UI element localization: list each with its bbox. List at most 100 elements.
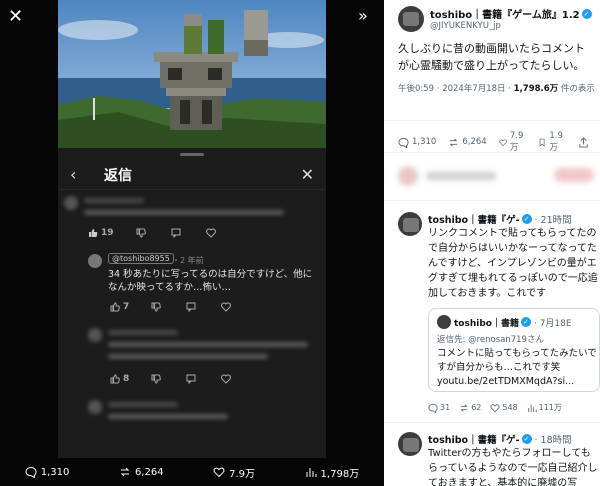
reply-item[interactable]: toshibo｜書籍『ゲ- ✓ · 21時間 リンクコメントで貼ってもらってたの… <box>398 212 600 422</box>
thumb-up-icon[interactable]: 19 <box>88 228 114 238</box>
view-count: 1,798万 <box>320 468 360 480</box>
reply-time[interactable]: · 21時間 <box>535 212 572 226</box>
comment-blurred-3 <box>58 398 326 448</box>
back-icon[interactable]: ‹ <box>70 165 90 184</box>
divider <box>384 152 600 153</box>
reply-composer-blurred[interactable] <box>398 164 594 190</box>
verified-icon: ✓ <box>520 317 531 327</box>
views-suffix: 件の表示 <box>558 84 595 94</box>
verified-icon: ✓ <box>521 434 532 444</box>
like-count: 548 <box>502 403 518 412</box>
reply-button[interactable]: 1,310 <box>25 466 70 478</box>
like-count: 8 <box>123 374 130 384</box>
heart-icon <box>213 467 225 478</box>
repost-count: 62 <box>471 403 482 412</box>
heart-icon[interactable] <box>205 228 219 238</box>
share-button[interactable] <box>578 131 592 153</box>
comment-icon <box>398 137 409 148</box>
comment-handle[interactable]: @toshibo8955 <box>108 253 174 264</box>
like-count: 7.9万 <box>509 131 524 153</box>
quote-date: · 7月18E <box>533 318 572 329</box>
repost-icon <box>120 467 130 477</box>
thumb-up-icon[interactable]: 8 <box>110 374 129 384</box>
heart-icon[interactable] <box>221 374 234 384</box>
reply-icon[interactable] <box>186 374 199 384</box>
like-button[interactable]: 548 <box>490 402 518 413</box>
heart-icon <box>499 138 507 146</box>
repost-count: 6,264 <box>134 466 164 478</box>
verified-icon: ✓ <box>521 214 532 224</box>
reply-close-icon[interactable]: ✕ <box>301 165 314 184</box>
avatar[interactable] <box>398 6 424 32</box>
reply-button[interactable]: 1,310 <box>398 131 436 153</box>
repost-button[interactable]: 6,264 <box>119 466 164 478</box>
sheet-handle[interactable] <box>180 153 204 156</box>
views-icon <box>306 468 317 477</box>
like-count: 7 <box>123 302 130 312</box>
reply-actions: 31 62 548 111万 <box>428 402 571 413</box>
view-count: 111万 <box>538 403 562 412</box>
tweet-views: 1,798.6万 <box>513 84 559 94</box>
tweet-actions: 1,310 6,264 7.9万 1.9万 <box>398 131 600 153</box>
reply-title: 返信 <box>104 167 132 184</box>
screen: ✕ » ‹ 返信 ✕ 19 @toshibo8955 ・2 年前 34 秒あたり… <box>0 0 600 486</box>
author-name[interactable]: toshibo｜書籍『ゲーム旅』1.2 <box>430 6 580 21</box>
repost-count: 6,264 <box>462 137 487 147</box>
tweet-text: 久しぶりに昔の動画開いたらコメントが心霊騒動で盛り上がってたらしい。 <box>398 42 585 72</box>
media-image[interactable]: ‹ 返信 ✕ 19 @toshibo8955 ・2 年前 34 秒あたりに写って… <box>58 0 326 458</box>
quote-text: コメントに貼ってもらってたみたいですが自分からも…これです笑 youtu.be/… <box>437 348 597 387</box>
reply-icon[interactable] <box>171 228 184 238</box>
repost-button[interactable]: 6,264 <box>448 131 487 153</box>
divider <box>384 422 600 423</box>
reply-text: リンクコメントで貼ってもらってたので自分からはいいかなーってなってたんですけど、… <box>428 228 598 299</box>
author-handle[interactable]: @JIYUKENKYU_jp <box>430 21 592 31</box>
quote-author: toshibo｜書籍 <box>454 318 519 329</box>
repost-icon <box>460 403 468 412</box>
repost-icon <box>449 138 458 146</box>
avatar <box>437 315 451 329</box>
thumb-down-icon[interactable] <box>136 228 149 238</box>
comment-text: 34 秒あたりに写ってるのは自分ですけど、他になんか映ってるすか…怖い… <box>108 269 313 293</box>
like-count: 19 <box>101 228 114 238</box>
like-button[interactable]: 7.9万 <box>499 131 527 153</box>
like-count: 7.9万 <box>229 468 256 480</box>
share-icon <box>579 136 588 148</box>
thumb-up-icon[interactable]: 7 <box>110 302 129 312</box>
avatar <box>88 254 102 268</box>
avatar[interactable] <box>398 212 422 236</box>
heart-icon[interactable] <box>221 302 234 312</box>
comment-actions: 8 <box>110 374 256 384</box>
reply-header: ‹ 返信 ✕ <box>58 160 326 190</box>
verified-icon: ✓ <box>581 8 592 19</box>
divider <box>384 120 600 121</box>
expand-panel-icon[interactable]: » <box>358 6 368 25</box>
reply-item[interactable]: toshibo｜書籍『ゲ- ✓ · 18時間 Twitterの方もやたらフォロー… <box>398 432 598 486</box>
repost-button[interactable]: 62 <box>459 402 481 413</box>
comment-blurred-1: 19 <box>58 194 326 246</box>
reply-text: Twitterの方もやたらフォローしてもらっているようなので一応自己紹介しておき… <box>428 448 598 486</box>
reply-count: 1,310 <box>40 466 70 478</box>
views-button[interactable]: 111万 <box>527 402 562 413</box>
bookmark-button[interactable]: 1.9万 <box>538 131 566 153</box>
reply-author[interactable]: toshibo｜書籍『ゲ- <box>428 432 520 446</box>
thumb-down-icon[interactable] <box>151 302 164 312</box>
bookmark-count: 1.9万 <box>549 131 563 153</box>
reply-time[interactable]: · 18時間 <box>535 432 572 446</box>
quoted-tweet[interactable]: toshibo｜書籍 ✓ · 7月18E 返信先: @renosan719さん … <box>428 308 600 392</box>
thumb-down-icon[interactable] <box>151 374 164 384</box>
reply-icon[interactable] <box>186 302 199 312</box>
reply-button[interactable]: 31 <box>428 402 450 413</box>
avatar[interactable] <box>398 432 422 456</box>
comment-actions: 7 <box>110 302 256 312</box>
reply-author[interactable]: toshibo｜書籍『ゲ- <box>428 212 520 226</box>
comment-icon <box>428 403 438 413</box>
views-button[interactable]: 1,798万 <box>305 465 360 480</box>
like-button[interactable]: 7.9万 <box>213 465 255 480</box>
views-icon <box>527 404 537 412</box>
close-icon[interactable]: ✕ <box>8 6 23 27</box>
ruin-photo <box>58 0 326 148</box>
tweet-timestamp[interactable]: 午後0:59 · 2024年7月18日 · <box>398 84 514 94</box>
tweet-header: toshibo｜書籍『ゲーム旅』1.2 ✓ @JIYUKENKYU_jp <box>398 6 592 32</box>
reply-count: 31 <box>440 403 451 412</box>
tweet-meta: 午後0:59 · 2024年7月18日 · 1,798.6万 件の表示 <box>398 82 595 94</box>
